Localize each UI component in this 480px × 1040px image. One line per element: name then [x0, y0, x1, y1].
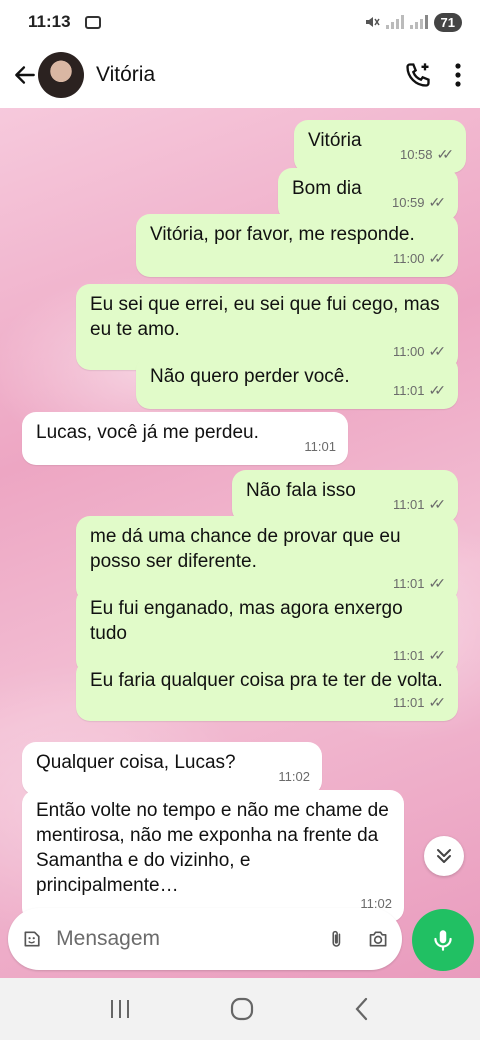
header-actions	[404, 61, 480, 89]
message-text: Vitória	[308, 130, 362, 151]
read-ticks-icon: ✓✓	[428, 382, 447, 398]
add-call-icon[interactable]	[404, 61, 432, 89]
chat-header: Vitória	[0, 44, 480, 106]
paperclip-icon[interactable]	[327, 925, 346, 953]
message-meta: 11:01 ✓✓	[393, 378, 446, 403]
camera-icon[interactable]	[368, 926, 388, 952]
message-meta: 10:58 ✓✓	[400, 142, 454, 167]
home-icon[interactable]	[229, 996, 255, 1022]
message-text: Não fala isso	[246, 480, 356, 501]
more-vert-icon[interactable]	[454, 62, 462, 88]
message-text: Eu sei que errei, eu sei que fui cego, m…	[90, 294, 440, 340]
message-bubble[interactable]: Então volte no tempo e não me chame de m…	[22, 790, 404, 922]
message-composer	[8, 908, 402, 970]
message-time: 11:01	[304, 439, 336, 454]
status-time: 11:13	[28, 12, 71, 31]
message-bubble[interactable]: Não quero perder você. 11:01 ✓✓	[136, 356, 458, 409]
read-ticks-icon: ✓✓	[428, 250, 447, 266]
contact-name[interactable]: Vitória	[96, 63, 155, 87]
sticker-icon[interactable]	[22, 925, 42, 953]
arrow-left-icon	[15, 66, 35, 84]
double-chevron-down-icon	[437, 849, 451, 863]
message-text: me dá uma chance de provar que eu posso …	[90, 526, 401, 572]
message-bubble[interactable]: Vitória, por favor, me responde. 11:00 ✓✓	[136, 214, 458, 277]
message-time: 10:59	[391, 195, 425, 210]
message-bubble[interactable]: Lucas, você já me perdeu. 11:01	[22, 412, 348, 465]
screen-record-icon	[84, 15, 101, 29]
message-text: Então volte no tempo e não me chame de m…	[36, 800, 389, 896]
recent-apps-icon[interactable]	[108, 998, 132, 1020]
message-time: 11:01	[392, 383, 425, 398]
microphone-button[interactable]	[412, 909, 474, 971]
read-ticks-icon: ✓✓	[436, 146, 455, 162]
avatar[interactable]	[38, 52, 84, 98]
status-bar: 11:13 71	[0, 0, 480, 44]
chat-area[interactable]: Vitória 10:58 ✓✓ Bom dia 10:59 ✓✓ Vitória,…	[0, 108, 480, 978]
read-ticks-icon: ✓✓	[428, 694, 447, 710]
message-text: Eu fui enganado, mas agora enxergo tudo	[90, 598, 403, 644]
battery-indicator: 71	[433, 12, 462, 32]
message-meta: 11:01	[304, 434, 336, 459]
message-text: Vitória, por favor, me responde.	[150, 224, 415, 245]
message-text: Não quero perder você.	[150, 366, 350, 387]
message-text: Bom dia	[292, 178, 362, 199]
mute-icon	[365, 17, 380, 27]
microphone-icon	[434, 930, 452, 951]
message-bubble[interactable]: Vitória 10:58 ✓✓	[294, 120, 466, 173]
message-meta: 11:00 ✓✓	[393, 246, 446, 271]
message-bubble[interactable]: Qualquer coisa, Lucas? 11:02	[22, 742, 322, 795]
message-text: Lucas, você já me perdeu.	[36, 422, 259, 443]
message-time: 11:01	[392, 695, 425, 710]
signal-icon-2	[409, 15, 428, 29]
message-text: Qualquer coisa, Lucas?	[36, 752, 236, 773]
read-ticks-icon: ✓✓	[428, 194, 447, 210]
status-icons: 71	[364, 12, 462, 32]
message-meta: 10:59 ✓✓	[392, 190, 446, 215]
message-time: 11:02	[278, 769, 310, 784]
message-input[interactable]	[56, 927, 328, 951]
message-time: 10:58	[399, 147, 433, 162]
message-bubble[interactable]: Eu faria qualquer coisa pra te ter de vo…	[76, 660, 458, 721]
scroll-to-bottom-button[interactable]	[424, 836, 464, 876]
system-nav-bar	[0, 978, 480, 1040]
message-time: 11:01	[392, 497, 425, 512]
signal-icon	[385, 15, 404, 29]
back-nav-icon[interactable]	[352, 996, 372, 1022]
message-meta: 11:01 ✓✓	[393, 492, 446, 517]
message-text: Eu faria qualquer coisa pra te ter de vo…	[90, 670, 443, 691]
message-meta: 11:02	[278, 764, 310, 789]
read-ticks-icon: ✓✓	[428, 496, 447, 512]
message-meta: 11:01 ✓✓	[393, 690, 446, 715]
message-time: 11:00	[392, 251, 425, 266]
